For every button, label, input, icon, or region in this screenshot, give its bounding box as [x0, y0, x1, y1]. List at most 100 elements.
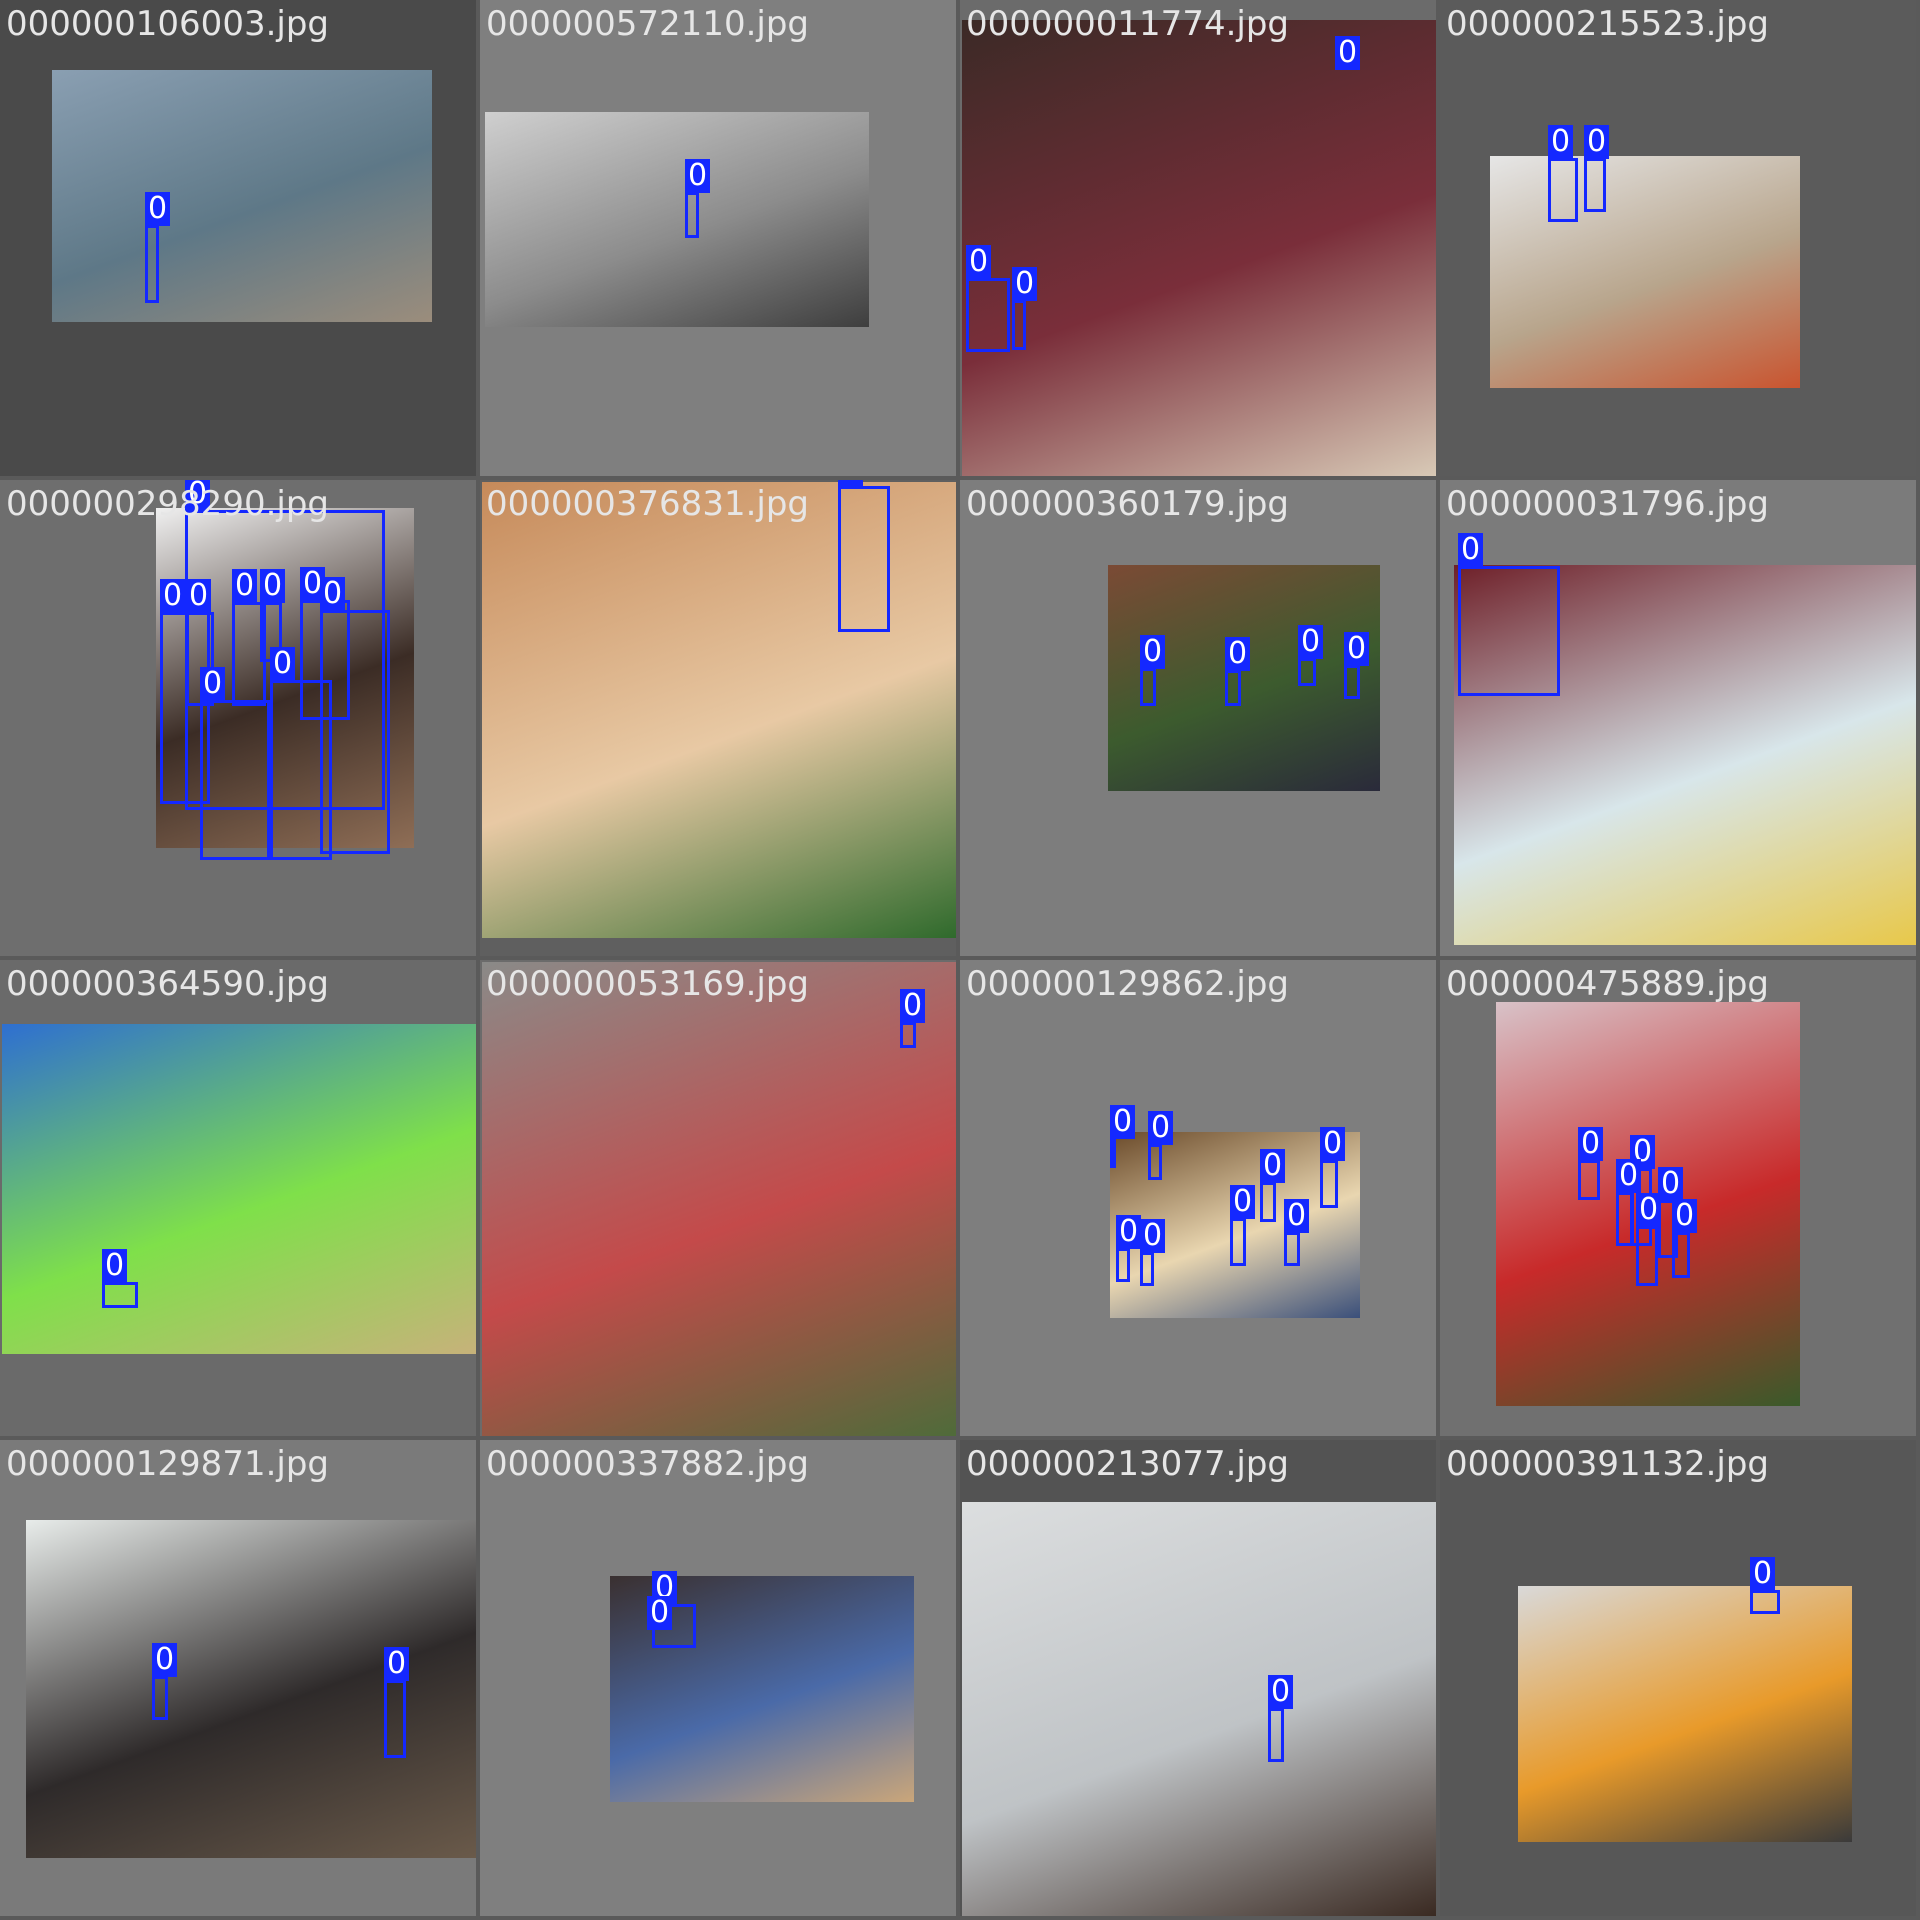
detection-box: 0	[102, 1249, 138, 1308]
detection-label: 0	[685, 159, 711, 193]
detection-label: 0	[1140, 1219, 1166, 1253]
thumbnail-image	[52, 70, 432, 322]
result-tile: 0 000000031796.jpg	[1440, 480, 1916, 956]
detection-box: 0	[1335, 36, 1361, 73]
image-filename: 000000011774.jpg	[966, 4, 1289, 44]
detection-label: 0	[145, 192, 171, 226]
thumbnail-image	[1490, 156, 1800, 388]
result-tile: 0 000000376831.jpg	[480, 480, 956, 956]
thumbnail-image	[962, 20, 1436, 476]
detection-label: 0	[1750, 1557, 1776, 1591]
detection-label: 0	[1344, 632, 1370, 666]
result-tile: 0 0 0 0 0 0 0 0 000000129862.jpg	[960, 960, 1436, 1436]
result-tile: 0 000000364590.jpg	[0, 960, 476, 1436]
detection-label: 0	[1225, 637, 1251, 671]
detection-label: 0	[1298, 625, 1324, 659]
detection-box: 0	[1616, 1159, 1642, 1246]
image-filename: 000000391132.jpg	[1446, 1444, 1769, 1484]
image-filename: 000000129862.jpg	[966, 964, 1289, 1004]
result-tile: 0 0 000000215523.jpg	[1440, 0, 1916, 476]
detection-label: 0	[900, 989, 926, 1023]
detection-label: 0	[1230, 1185, 1256, 1219]
detection-label: 0	[1012, 267, 1038, 301]
result-tile: 0 000000572110.jpg	[480, 0, 956, 476]
image-filename: 000000376831.jpg	[486, 484, 809, 524]
detection-box: 0	[1636, 1193, 1662, 1286]
detection-box: 0	[1268, 1675, 1294, 1762]
thumbnail-image	[485, 112, 869, 327]
image-filename: 000000215523.jpg	[1446, 4, 1769, 44]
image-filename: 000000475889.jpg	[1446, 964, 1769, 1004]
detection-box: 0	[1230, 1185, 1256, 1266]
detection-box: 0	[1344, 632, 1370, 699]
thumbnail-image	[26, 1520, 476, 1858]
result-tile: 0 0 0 0 0 0 000000475889.jpg	[1440, 960, 1916, 1436]
detection-label: 0	[1140, 635, 1166, 669]
detection-label: 0	[200, 667, 226, 701]
detection-label: 0	[1658, 1167, 1684, 1201]
detection-label: 0	[186, 579, 212, 613]
detection-label: 0	[1578, 1127, 1604, 1161]
detection-label: 0	[1548, 125, 1574, 159]
detection-box: 0	[1140, 1219, 1166, 1286]
detection-box: 0	[1225, 637, 1251, 706]
detection-label: 0	[320, 577, 346, 611]
detection-label: 0	[1116, 1215, 1142, 1249]
result-tile: 0 000000053169.jpg	[480, 960, 956, 1436]
detection-box: 0	[1548, 125, 1578, 222]
image-filename: 000000360179.jpg	[966, 484, 1289, 524]
result-tile: 0 000000106003.jpg	[0, 0, 476, 476]
image-filename: 000000337882.jpg	[486, 1444, 809, 1484]
detection-label: 0	[160, 579, 186, 613]
detection-label: 0	[1148, 1111, 1174, 1145]
detection-label: 0	[384, 1647, 410, 1681]
detection-label: 0	[1268, 1675, 1294, 1709]
thumbnail-image	[482, 962, 956, 1436]
image-filename: 000000298290.jpg	[6, 484, 329, 524]
detection-label: 0	[1110, 1105, 1136, 1139]
result-tile: 0 0 000000129871.jpg	[0, 1440, 476, 1916]
detection-label: 0	[1672, 1199, 1698, 1233]
detection-box: 0	[900, 989, 926, 1048]
detection-box: 0	[685, 159, 711, 238]
detection-box: 0	[1672, 1199, 1698, 1278]
result-tile: 0 0 0 0 000000360179.jpg	[960, 480, 1436, 956]
result-tile: 0 000000391132.jpg	[1440, 1440, 1916, 1916]
detection-box: 0	[1110, 1105, 1136, 1168]
detection-box: 0	[1578, 1127, 1604, 1200]
image-filename: 000000106003.jpg	[6, 4, 329, 44]
detection-box: 0	[1458, 533, 1560, 696]
image-filename: 000000364590.jpg	[6, 964, 329, 1004]
detection-label: 0	[102, 1249, 128, 1283]
detection-label: 0	[1284, 1199, 1310, 1233]
detection-box: 0	[1140, 635, 1166, 706]
detection-box: 0	[966, 245, 1010, 352]
detection-box: 0	[1148, 1111, 1174, 1180]
detection-box: 0	[1116, 1215, 1142, 1282]
thumbnail-image	[962, 1502, 1436, 1916]
thumbnail-image	[2, 1024, 476, 1354]
result-tile: 0 0 000000337882.jpg	[480, 1440, 956, 1916]
result-tile: 0 000000213077.jpg	[960, 1440, 1436, 1916]
detection-box: 0	[1298, 625, 1324, 686]
detection-box: 0	[320, 577, 390, 854]
detection-box: 0	[1284, 1199, 1310, 1266]
detection-label: 0	[270, 647, 296, 681]
detection-label: 0	[1584, 125, 1610, 159]
image-filename: 000000572110.jpg	[486, 4, 809, 44]
image-filename: 000000129871.jpg	[6, 1444, 329, 1484]
detection-label: 0	[1616, 1159, 1642, 1193]
detection-label: 0	[260, 569, 286, 603]
thumbnail-image	[1518, 1586, 1852, 1842]
detection-box: 0	[152, 1643, 178, 1720]
detection-label: 0	[1458, 533, 1484, 567]
detection-label: 0	[966, 245, 992, 279]
detection-box: 0	[647, 1596, 673, 1642]
detection-label: 0	[152, 1643, 178, 1677]
result-tile: 0 0 0 000000011774.jpg	[960, 0, 1436, 476]
detection-label: 0	[1636, 1193, 1662, 1227]
detection-label: 0	[838, 480, 864, 487]
detection-box: 0	[1012, 267, 1038, 350]
detection-box: 0	[1584, 125, 1610, 212]
image-filename: 000000053169.jpg	[486, 964, 809, 1004]
